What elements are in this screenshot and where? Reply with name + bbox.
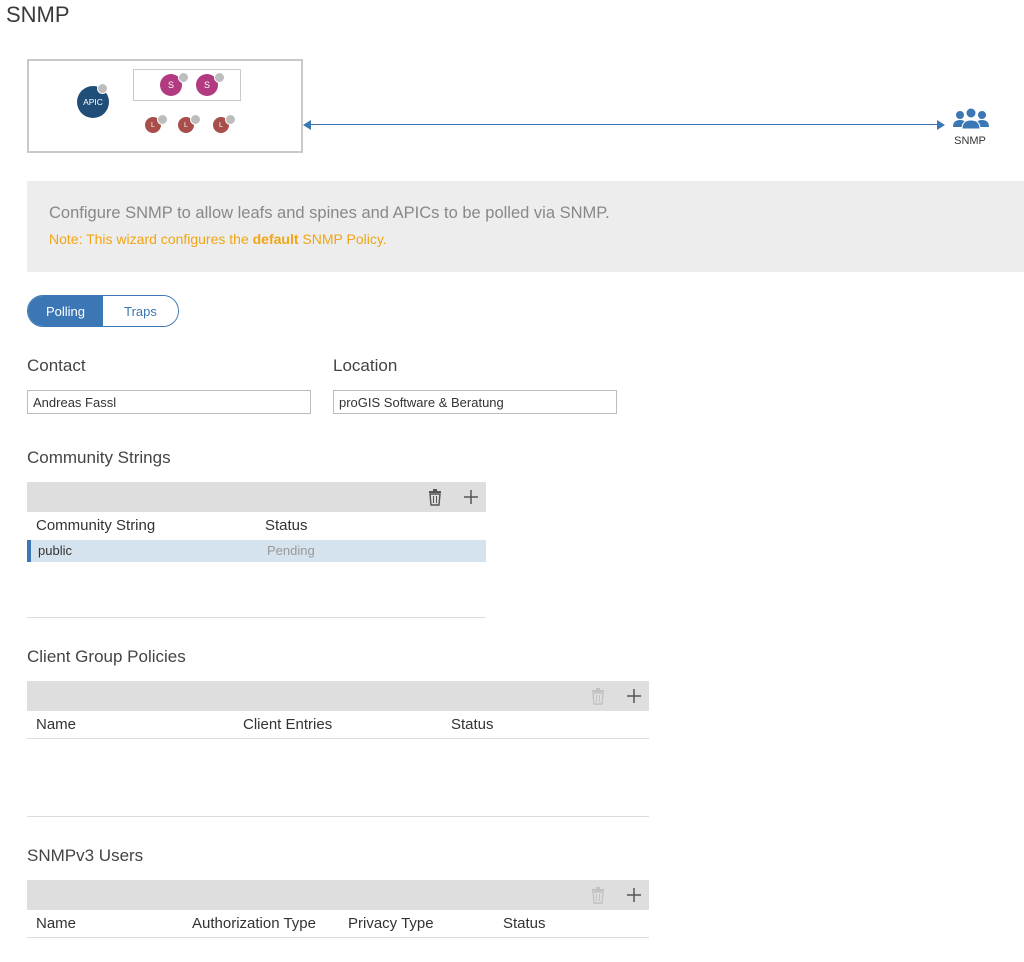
community-strings-title: Community Strings <box>27 448 171 467</box>
leaf-label: L <box>184 121 188 129</box>
contact-input[interactable] <box>27 390 311 414</box>
leaf-status-badge <box>190 114 201 125</box>
header-divider <box>27 937 649 938</box>
community-status-cell: Pending <box>267 543 315 558</box>
column-header-community-string[interactable]: Community String <box>36 517 155 534</box>
info-banner <box>27 181 1024 272</box>
page-title: SNMP <box>6 2 70 27</box>
column-header-name[interactable]: Name <box>36 915 76 932</box>
connection-line <box>309 124 942 125</box>
apic-status-badge <box>97 83 108 94</box>
arrow-left-icon <box>303 120 311 130</box>
info-note: Note: This wizard configures the default… <box>49 231 387 247</box>
info-description: Configure SNMP to allow leafs and spines… <box>49 204 610 222</box>
plus-icon[interactable] <box>625 886 643 904</box>
snmpv3-users-title: SNMPv3 Users <box>27 846 144 865</box>
column-header-status[interactable]: Status <box>451 716 494 733</box>
selected-row-marker <box>27 540 31 562</box>
users-group-icon <box>953 107 989 130</box>
trash-icon[interactable] <box>426 488 444 506</box>
tab-traps[interactable]: Traps <box>103 296 178 326</box>
tab-polling[interactable]: Polling <box>28 296 103 326</box>
leaf-status-badge <box>157 114 168 125</box>
column-header-name[interactable]: Name <box>36 716 76 733</box>
column-header-status[interactable]: Status <box>265 517 308 534</box>
leaf-label: L <box>151 121 155 129</box>
trash-icon <box>592 688 604 705</box>
table-row[interactable] <box>27 540 486 562</box>
community-name-cell[interactable]: public <box>38 543 72 558</box>
spine-status-badge <box>214 72 225 83</box>
spine-label: S <box>167 80 174 90</box>
column-header-status[interactable]: Status <box>503 915 546 932</box>
snmp-target-label: SNMP <box>954 135 986 147</box>
spine-label: S <box>203 80 210 90</box>
client-groups-toolbar <box>27 681 649 711</box>
spine-status-badge <box>178 72 189 83</box>
column-header-client-entries[interactable]: Client Entries <box>243 716 332 733</box>
header-divider <box>27 738 649 739</box>
plus-icon[interactable] <box>462 488 480 506</box>
info-note-bold: default <box>252 231 299 247</box>
mode-toggle: Polling Traps <box>27 295 179 327</box>
trash-icon <box>592 887 604 904</box>
location-label: Location <box>333 356 398 375</box>
community-toolbar <box>27 482 486 512</box>
column-header-privacy-type[interactable]: Privacy Type <box>348 915 434 932</box>
leaf-label: L <box>219 121 223 129</box>
arrow-right-icon <box>937 120 945 130</box>
leaf-status-badge <box>225 114 236 125</box>
contact-label: Contact <box>27 356 86 375</box>
section-divider <box>27 816 649 817</box>
plus-icon[interactable] <box>625 687 643 705</box>
section-divider <box>27 617 486 618</box>
location-input[interactable] <box>333 390 617 414</box>
snmpv3-toolbar <box>27 880 649 910</box>
apic-label: APIC <box>83 97 103 107</box>
column-header-authorization-type[interactable]: Authorization Type <box>192 915 316 932</box>
client-group-policies-title: Client Group Policies <box>27 647 186 666</box>
